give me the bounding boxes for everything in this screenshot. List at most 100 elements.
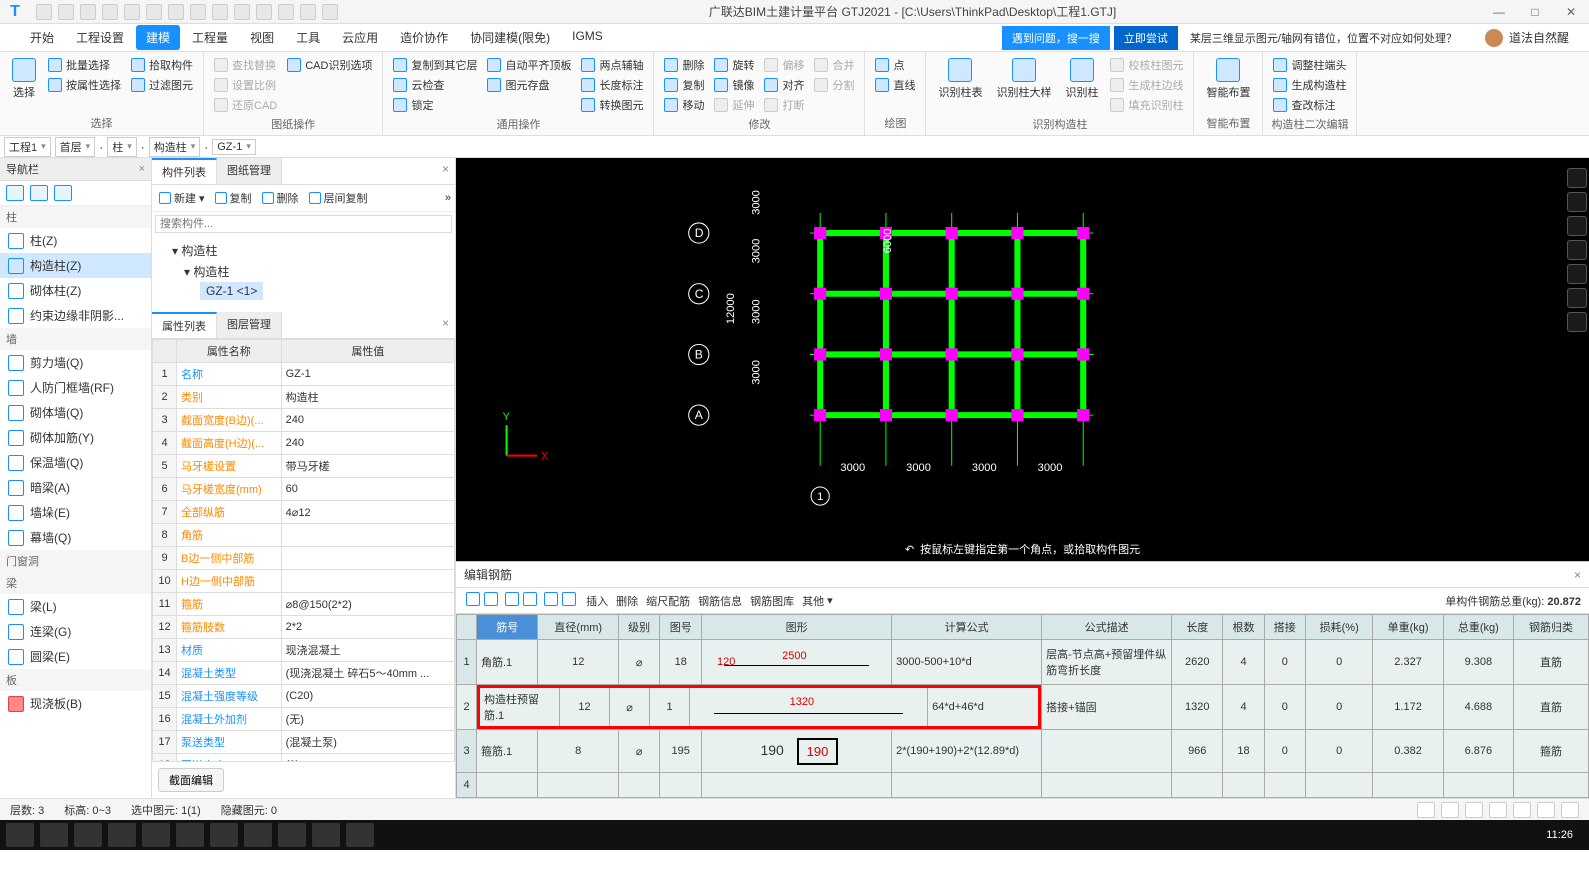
rebar-row[interactable]: 3箍筋.18⌀1951901902*(190+190)+2*(12.89*d)9…	[457, 730, 1589, 773]
move-button[interactable]: 移动	[662, 96, 706, 114]
nav-item-masonry-column[interactable]: 砌体柱(Z)	[0, 278, 151, 303]
property-row[interactable]: 3截面宽度(B边)(...240	[153, 409, 455, 432]
property-row[interactable]: 2类别构造柱	[153, 386, 455, 409]
view-tool-icon[interactable]	[1567, 216, 1587, 236]
download-icon[interactable]	[562, 592, 576, 606]
qat-icon[interactable]	[278, 4, 294, 20]
tab-view[interactable]: 视图	[240, 25, 284, 50]
view-tool-icon[interactable]	[1567, 192, 1587, 212]
nav-item-insulation-wall[interactable]: 保温墙(Q)	[0, 450, 151, 475]
tab-pricing[interactable]: 造价协作	[390, 25, 458, 50]
length-dim-button[interactable]: 长度标注	[579, 76, 645, 94]
view-tool-icon[interactable]	[1567, 312, 1587, 332]
taskbar-app[interactable]	[6, 823, 34, 847]
set-scale-button[interactable]: 设置比例	[212, 76, 279, 94]
cad-options-button[interactable]: CAD识别选项	[285, 56, 374, 74]
property-row[interactable]: 6马牙槎宽度(mm)60	[153, 478, 455, 501]
qat-icon[interactable]	[212, 4, 228, 20]
close-icon[interactable]: ×	[436, 312, 455, 338]
property-row[interactable]: 15混凝土强度等级(C20)	[153, 685, 455, 708]
qat-icon[interactable]	[234, 4, 250, 20]
taskbar-app[interactable]	[74, 823, 102, 847]
tab-start[interactable]: 开始	[20, 25, 64, 50]
status-tool-icon[interactable]	[1561, 802, 1579, 818]
search-prompt-button[interactable]: 遇到问题，搜一搜	[1002, 26, 1110, 50]
tab-cloud[interactable]: 云应用	[332, 25, 388, 50]
convert-element-button[interactable]: 转换图元	[579, 96, 645, 114]
property-row[interactable]: 12箍筋肢数2*2	[153, 616, 455, 639]
mirror-button[interactable]: 镜像	[712, 76, 756, 94]
status-tool-icon[interactable]	[1489, 802, 1507, 818]
tree-leaf-selected[interactable]: GZ-1 <1>	[200, 282, 263, 300]
view-tool-icon[interactable]	[1567, 168, 1587, 188]
close-icon[interactable]: ×	[436, 158, 455, 184]
status-tool-icon[interactable]	[1417, 802, 1435, 818]
category-select[interactable]: 柱▾	[107, 137, 137, 157]
property-row[interactable]: 4截面高度(H边)(...240	[153, 432, 455, 455]
tab-quantity[interactable]: 工程量	[182, 25, 238, 50]
property-row[interactable]: 13材质现浇混凝土	[153, 639, 455, 662]
nav-item-wall-pier[interactable]: 墙垛(E)	[0, 500, 151, 525]
maximize-icon[interactable]: □	[1517, 5, 1553, 19]
tree-node[interactable]: ▾ 构造柱	[160, 261, 447, 282]
qat-icon[interactable]	[36, 4, 52, 20]
type-select[interactable]: 构造柱▾	[149, 137, 201, 157]
tab-properties[interactable]: 属性列表	[152, 312, 217, 338]
rebar-info-button[interactable]: 钢筋信息	[698, 593, 742, 609]
extend-button[interactable]: 延伸	[712, 96, 756, 114]
tab-tools[interactable]: 工具	[286, 25, 330, 50]
taskbar-app[interactable]	[346, 823, 374, 847]
nav-item-shearwall[interactable]: 剪力墙(Q)	[0, 350, 151, 375]
recognize-column-table-button[interactable]: 识别柱表	[934, 56, 986, 102]
restore-cad-button[interactable]: 还原CAD	[212, 96, 279, 114]
qat-icon[interactable]	[146, 4, 162, 20]
tab-collab[interactable]: 协同建模(限免)	[460, 25, 560, 50]
tab-igms[interactable]: IGMS	[562, 25, 613, 50]
two-point-axis-button[interactable]: 两点辅轴	[579, 56, 645, 74]
edit-dim-button[interactable]: 查改标注	[1271, 96, 1348, 114]
taskbar-app[interactable]	[278, 823, 306, 847]
status-tool-icon[interactable]	[1537, 802, 1555, 818]
property-row[interactable]: 1名称GZ-1	[153, 363, 455, 386]
section-edit-button[interactable]: 截面编辑	[158, 768, 224, 792]
break-button[interactable]: 打断	[762, 96, 806, 114]
floor-select[interactable]: 首层▾	[55, 137, 96, 157]
scale-rebar-button[interactable]: 缩尺配筋	[646, 593, 690, 609]
close-icon[interactable]: ×	[1574, 568, 1581, 582]
nav-item-beam[interactable]: 梁(L)	[0, 594, 151, 619]
nav-tool-icon[interactable]	[30, 185, 48, 201]
status-tool-icon[interactable]	[1513, 802, 1531, 818]
qat-icon[interactable]	[58, 4, 74, 20]
copy-button[interactable]: 复制	[662, 76, 706, 94]
offset-button[interactable]: 偏移	[762, 56, 806, 74]
element-save-button[interactable]: 图元存盘	[485, 76, 573, 94]
status-tool-icon[interactable]	[1465, 802, 1483, 818]
lock-button[interactable]: 锁定	[391, 96, 479, 114]
tab-layer-mgmt[interactable]: 图层管理	[217, 312, 282, 338]
copy-to-layer-button[interactable]: 复制到其它层	[391, 56, 479, 74]
other-button[interactable]: 其他 ▾	[802, 593, 833, 609]
filter-element-button[interactable]: 过滤图元	[129, 76, 195, 94]
insert-button[interactable]: 插入	[586, 593, 608, 609]
delete-button[interactable]: 删除	[616, 593, 638, 609]
taskbar-app[interactable]	[244, 823, 272, 847]
auto-level-button[interactable]: 自动平齐顶板	[485, 56, 573, 74]
nav-item-column[interactable]: 柱(Z)	[0, 228, 151, 253]
check-column-button[interactable]: 校核柱图元	[1108, 56, 1185, 74]
recognize-column-button[interactable]: 识别柱	[1061, 56, 1102, 102]
taskbar-app[interactable]	[176, 823, 204, 847]
nav-item-masonry-rebar[interactable]: 砌体加筋(Y)	[0, 425, 151, 450]
find-replace-button[interactable]: 查找替换	[212, 56, 279, 74]
layer-copy-button[interactable]: 层间复制	[306, 189, 371, 207]
smart-layout-button[interactable]: 智能布置	[1202, 56, 1254, 102]
nav-item-coupling-beam[interactable]: 连梁(G)	[0, 619, 151, 644]
property-row[interactable]: 10H边一侧中部筋	[153, 570, 455, 593]
nav-tool-icon[interactable]	[6, 185, 24, 201]
split-button[interactable]: 分割	[812, 76, 856, 94]
close-icon[interactable]: ✕	[1553, 5, 1589, 19]
prev-icon[interactable]	[484, 592, 498, 606]
qat-icon[interactable]	[102, 4, 118, 20]
merge-button[interactable]: 合并	[812, 56, 856, 74]
view-tool-icon[interactable]	[1567, 240, 1587, 260]
close-icon[interactable]: ×	[139, 163, 145, 175]
